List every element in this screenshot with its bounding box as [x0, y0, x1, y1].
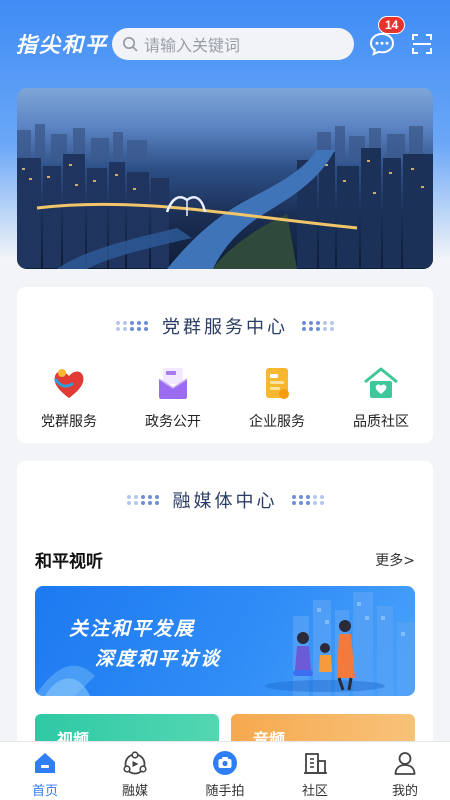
decor-dots-icon — [302, 321, 334, 331]
service-grid: 党群服务 政务公开 企业服务 品质社区 — [17, 363, 433, 431]
news-envelope-icon — [153, 363, 193, 403]
section-title: 和平视听 — [35, 552, 103, 572]
service-gov[interactable]: 政务公开 — [123, 363, 223, 431]
tab-label: 我的 — [391, 784, 418, 799]
service-label: 政务公开 — [145, 414, 201, 430]
tab-media[interactable]: 融媒 — [90, 742, 180, 800]
tab-label: 融媒 — [121, 784, 148, 799]
media-center-title-row: 融媒体中心 — [17, 487, 433, 513]
tab-label: 社区 — [301, 784, 328, 799]
decor-dots-icon — [126, 495, 159, 505]
more-link[interactable]: 更多> — [375, 550, 415, 570]
search-placeholder: 请输入关键词 — [144, 36, 241, 55]
home-heart-icon — [361, 363, 401, 403]
media-category-row: 视频 音频 — [35, 714, 415, 754]
bottom-tab-bar: 首页 融媒 随手拍 社区 我的 — [0, 741, 450, 800]
promo-line-2: 深度和平访谈 — [95, 648, 222, 670]
media-icon — [122, 750, 148, 776]
decor-dots-icon — [116, 321, 148, 331]
city-night-image — [17, 124, 433, 269]
search-bar[interactable]: 请输入关键词 — [112, 28, 354, 60]
tab-community[interactable]: 社区 — [270, 742, 360, 800]
message-badge: 14 — [378, 16, 406, 34]
user-icon — [392, 750, 418, 776]
service-label: 党群服务 — [41, 414, 97, 430]
building-icon — [302, 750, 328, 776]
service-party[interactable]: 党群服务 — [19, 363, 119, 431]
party-service-card: 党群服务中心 党群服务 政务公开 企业服务 品质社区 — [17, 287, 433, 443]
document-icon — [257, 363, 297, 403]
scan-icon — [412, 34, 432, 54]
party-service-title-row: 党群服务中心 — [17, 313, 433, 339]
scan-button[interactable] — [410, 32, 434, 56]
home-icon — [32, 750, 58, 776]
service-community[interactable]: 品质社区 — [331, 363, 431, 431]
promo-illustration — [35, 592, 415, 696]
media-center-title: 融媒体中心 — [172, 491, 278, 512]
heart-figure-icon — [49, 363, 89, 403]
promo-banner[interactable]: 关注和平发展 深度和平访谈 — [35, 586, 415, 696]
promo-line-1: 关注和平发展 — [69, 618, 196, 640]
search-icon — [122, 36, 138, 52]
tab-label: 首页 — [31, 784, 58, 799]
decor-dots-icon — [291, 495, 324, 505]
camera-icon — [212, 750, 238, 776]
app-logo: 指尖和平 — [16, 32, 108, 57]
banner-carousel[interactable] — [17, 88, 433, 269]
tab-home[interactable]: 首页 — [0, 742, 90, 800]
chat-icon — [369, 32, 395, 56]
app-header: 指尖和平 请输入关键词 14 — [0, 0, 450, 88]
service-label: 品质社区 — [353, 414, 409, 430]
tab-label: 随手拍 — [205, 784, 245, 799]
tab-profile[interactable]: 我的 — [360, 742, 450, 800]
message-button[interactable]: 14 — [368, 16, 406, 58]
service-enterprise[interactable]: 企业服务 — [227, 363, 327, 431]
heping-av-header: 和平视听 更多> — [17, 547, 433, 572]
service-label: 企业服务 — [249, 414, 305, 430]
party-service-title: 党群服务中心 — [162, 317, 288, 338]
tab-snapshot[interactable]: 随手拍 — [180, 742, 270, 800]
